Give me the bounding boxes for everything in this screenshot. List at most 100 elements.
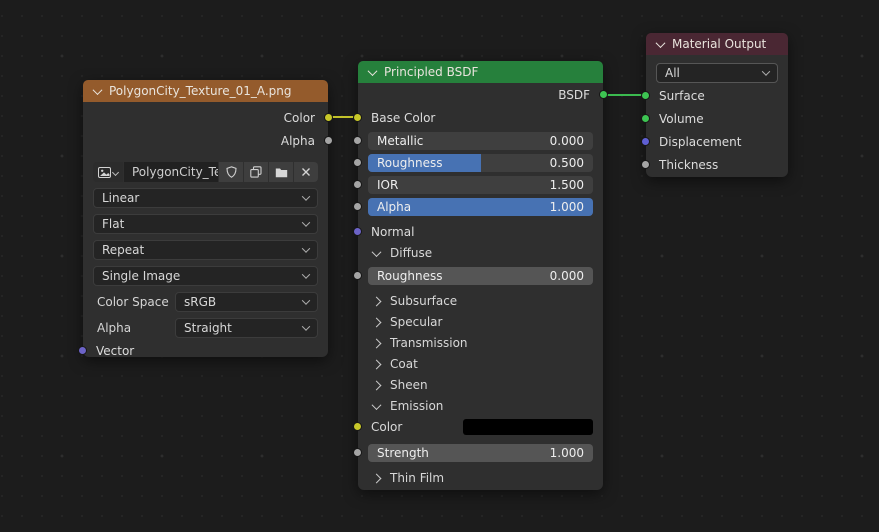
target-dropdown[interactable]: All — [656, 63, 778, 83]
chevron-right-icon — [371, 317, 382, 327]
color-space-dropdown[interactable]: sRGB — [175, 292, 318, 312]
collapse-chevron-icon[interactable] — [367, 65, 378, 76]
socket-ior-input[interactable] — [353, 180, 362, 189]
slider-label: Alpha — [377, 200, 412, 214]
slider-value: 1.000 — [549, 200, 584, 214]
roughness-row: Roughness 0.500 — [353, 154, 603, 172]
panel-specular[interactable]: Specular — [358, 312, 603, 332]
panel-transmission[interactable]: Transmission — [358, 333, 603, 353]
image-name-field[interactable]: PolygonCity_Te... — [124, 162, 218, 182]
chevron-right-icon — [371, 296, 382, 306]
socket-surface-input[interactable] — [641, 90, 650, 100]
alpha-row: Alpha 1.000 — [353, 198, 603, 216]
socket-normal-input[interactable] — [353, 226, 362, 236]
slider-value: 1.500 — [549, 178, 584, 192]
input-row-displacement: Displacement — [641, 130, 788, 153]
panel-label: Specular — [390, 315, 443, 329]
node-title: Material Output — [672, 37, 767, 51]
slider-value: 0.000 — [549, 269, 584, 283]
input-row-surface: Surface — [641, 84, 788, 107]
socket-base-color-input[interactable] — [353, 112, 362, 122]
socket-metallic-input[interactable] — [353, 136, 362, 145]
socket-color-output[interactable] — [324, 112, 333, 122]
socket-volume-input[interactable] — [641, 113, 650, 123]
input-label: Base Color — [371, 110, 436, 125]
slider-label: Roughness — [377, 156, 443, 170]
socket-emission-strength-input[interactable] — [353, 448, 362, 457]
output-row-bsdf: BSDF — [358, 83, 608, 106]
emission-color-row: Color — [353, 416, 603, 438]
diffuse-roughness-slider[interactable]: Roughness 0.000 — [368, 267, 593, 285]
shield-icon — [225, 166, 237, 178]
panel-subsurface[interactable]: Subsurface — [358, 291, 603, 311]
principled-bsdf-node[interactable]: Principled BSDF BSDF Base Color Metallic… — [353, 61, 608, 490]
output-label: Color — [283, 110, 315, 125]
socket-displacement-input[interactable] — [641, 136, 650, 146]
collapse-chevron-icon[interactable] — [92, 84, 103, 95]
panel-label: Emission — [390, 399, 444, 413]
socket-roughness-input[interactable] — [353, 158, 362, 167]
image-texture-node-header[interactable]: PolygonCity_Texture_01_A.png — [83, 80, 328, 102]
socket-emission-color-input[interactable] — [353, 422, 362, 431]
chevron-down-icon — [371, 246, 382, 257]
chevron-right-icon — [371, 473, 382, 483]
ior-slider[interactable]: IOR 1.500 — [368, 176, 593, 194]
panel-thin-film[interactable]: Thin Film — [358, 468, 603, 488]
node-title: Principled BSDF — [384, 65, 479, 79]
material-output-node[interactable]: Material Output All Surface Volume Displ… — [641, 33, 788, 177]
panel-label: Subsurface — [390, 294, 458, 308]
open-image-button[interactable] — [269, 162, 293, 182]
socket-vector-input[interactable] — [78, 345, 87, 355]
projection-dropdown[interactable]: Flat — [93, 214, 318, 234]
roughness-slider[interactable]: Roughness 0.500 — [368, 154, 593, 172]
socket-thickness-input[interactable] — [641, 159, 650, 169]
fake-user-button[interactable] — [219, 162, 243, 182]
close-icon — [302, 168, 310, 176]
socket-alpha-output[interactable] — [324, 135, 333, 145]
node-editor-canvas[interactable]: PolygonCity_Texture_01_A.png Color Alpha… — [0, 0, 879, 532]
metallic-row: Metallic 0.000 — [353, 132, 603, 150]
material-output-node-header[interactable]: Material Output — [646, 33, 788, 55]
emission-strength-slider[interactable]: Strength 1.000 — [368, 444, 593, 462]
emission-color-swatch[interactable] — [463, 419, 593, 435]
socket-diffuse-roughness-input[interactable] — [353, 271, 362, 280]
extension-dropdown[interactable]: Repeat — [93, 240, 318, 260]
panel-label: Coat — [390, 357, 418, 371]
source-dropdown[interactable]: Single Image — [93, 266, 318, 286]
socket-bsdf-output[interactable] — [599, 89, 608, 99]
slider-label: Strength — [377, 446, 429, 460]
interpolation-dropdown[interactable]: Linear — [93, 188, 318, 208]
node-title: PolygonCity_Texture_01_A.png — [109, 84, 292, 98]
panel-coat[interactable]: Coat — [358, 354, 603, 374]
metallic-slider[interactable]: Metallic 0.000 — [368, 132, 593, 150]
extension-value: Repeat — [102, 243, 145, 257]
collapse-chevron-icon[interactable] — [655, 37, 666, 48]
alpha-mode-dropdown[interactable]: Straight — [175, 318, 318, 338]
image-texture-node[interactable]: PolygonCity_Texture_01_A.png Color Alpha… — [78, 80, 333, 358]
input-row-thickness: Thickness — [641, 153, 788, 176]
unlink-button[interactable] — [294, 162, 318, 182]
interpolation-value: Linear — [102, 191, 140, 205]
panel-label: Sheen — [390, 378, 428, 392]
alpha-mode-value: Straight — [184, 321, 232, 335]
panel-sheen[interactable]: Sheen — [358, 375, 603, 395]
duplicate-button[interactable] — [244, 162, 268, 182]
input-row-normal: Normal — [353, 220, 603, 243]
image-browse-button[interactable] — [93, 162, 123, 182]
panel-diffuse[interactable]: Diffuse — [358, 243, 603, 263]
input-label: Vector — [96, 343, 135, 358]
panel-emission[interactable]: Emission — [358, 396, 603, 416]
chevron-down-icon — [301, 322, 311, 331]
output-row-alpha: Alpha — [83, 129, 333, 152]
slider-value: 0.500 — [549, 156, 584, 170]
panel-label: Transmission — [390, 336, 468, 350]
alpha-mode-label: Alpha — [97, 321, 132, 335]
slider-label: IOR — [377, 178, 399, 192]
alpha-slider[interactable]: Alpha 1.000 — [368, 198, 593, 216]
input-label: Surface — [659, 88, 705, 103]
socket-alpha-input[interactable] — [353, 202, 362, 211]
principled-bsdf-node-header[interactable]: Principled BSDF — [358, 61, 603, 83]
chevron-right-icon — [371, 359, 382, 369]
source-value: Single Image — [102, 269, 181, 283]
chevron-down-icon — [301, 244, 311, 253]
